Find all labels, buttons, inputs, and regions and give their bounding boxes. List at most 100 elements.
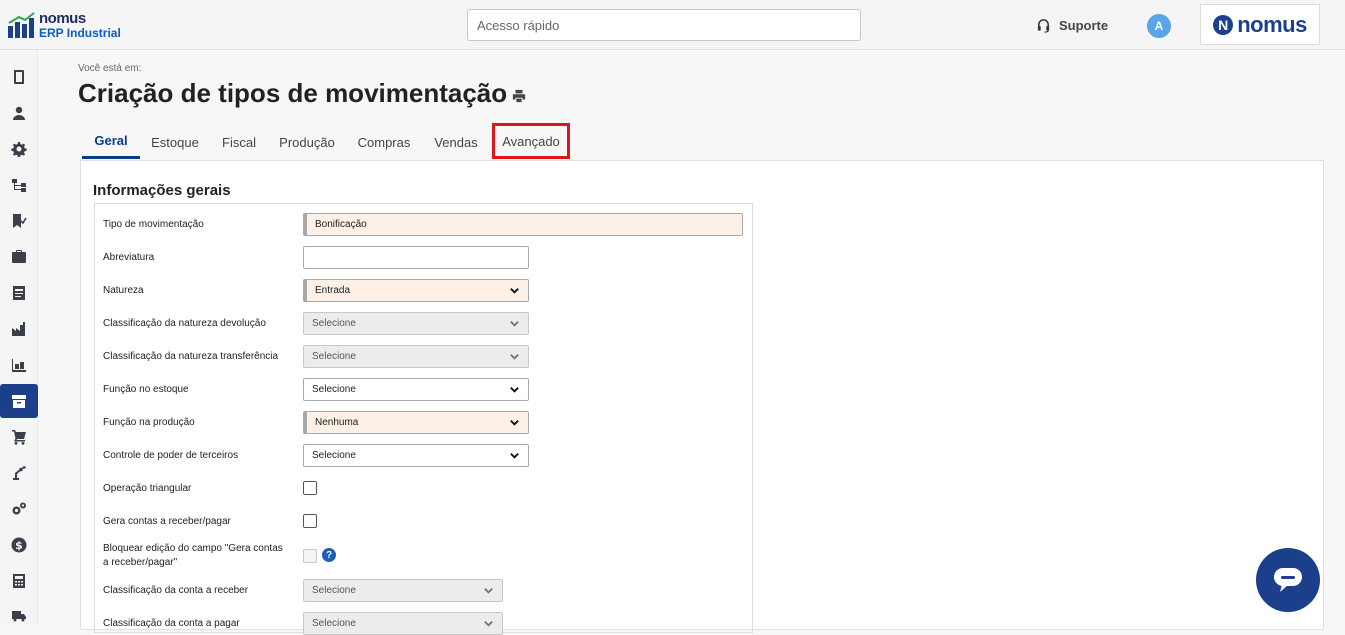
tab-geral[interactable]: Geral [82, 125, 140, 159]
tab-estoque[interactable]: Estoque [146, 125, 204, 159]
calculator-icon [13, 574, 25, 588]
bookmark-check-icon [13, 214, 27, 228]
sidebar-item-user[interactable] [0, 96, 38, 130]
print-icon[interactable] [512, 89, 526, 103]
brand-name: nomus [1237, 11, 1307, 37]
cart-icon [12, 430, 26, 445]
field-label-conta-receber: Classificação da conta a receber [103, 585, 249, 596]
funcao-producao-value: Nenhuma [315, 417, 359, 428]
sidebar-item-finance[interactable]: $ [0, 528, 38, 562]
field-label-funcao-estoque: Função no estoque [103, 384, 189, 395]
funcao-producao-select[interactable]: Nenhuma [303, 411, 529, 434]
user-icon [13, 106, 25, 120]
operacao-triangular-checkbox[interactable] [303, 481, 317, 495]
factory-icon [12, 322, 25, 336]
chat-bubble-icon [1274, 568, 1302, 592]
logo-chart-icon [8, 12, 35, 38]
dollar-icon: $ [11, 537, 27, 553]
field-label-natureza-transferencia: Classificação da natureza transferência [103, 351, 279, 362]
field-label-poder-terceiros: Controle de poder de terceiros [103, 450, 239, 461]
headset-icon [1037, 18, 1050, 33]
sidebar-item-engineering[interactable] [0, 492, 38, 526]
gera-contas-checkbox[interactable] [303, 514, 317, 528]
robot-arm-icon [13, 466, 26, 480]
natureza-transferencia-select[interactable]: Selecione [303, 345, 529, 368]
tipo-movimentacao-field[interactable]: Bonificação [303, 213, 743, 236]
sidebar-item-inventory[interactable] [0, 348, 38, 382]
gear-icon [11, 142, 27, 157]
sidebar-item-purchases[interactable] [0, 420, 38, 454]
chevron-down-icon [510, 420, 519, 426]
sidebar-item-logistics[interactable] [0, 598, 38, 632]
chevron-down-icon [510, 321, 519, 327]
field-label-gera-contas: Gera contas a receber/pagar [103, 516, 231, 527]
brand-letter: N [1213, 14, 1234, 35]
poder-terceiros-select[interactable]: Selecione [303, 444, 529, 467]
sidebar-item-tasks[interactable] [0, 204, 38, 238]
chevron-down-icon [510, 288, 519, 294]
support-label: Suporte [1059, 17, 1109, 33]
sidebar-item-commercial[interactable] [0, 240, 38, 274]
field-label-natureza: Natureza [103, 285, 144, 296]
section-title: Informações gerais [93, 182, 231, 199]
support-button[interactable]: Suporte [1036, 16, 1108, 34]
sidebar-item-industry[interactable] [0, 312, 38, 346]
quick-access-input[interactable] [467, 9, 861, 41]
tab-fiscal[interactable]: Fiscal [216, 125, 262, 159]
sidebar-item-stock[interactable] [0, 384, 38, 418]
field-label-natureza-devolucao: Classificação da natureza devolução [103, 318, 266, 329]
tab-avancado[interactable]: Avançado [492, 123, 570, 159]
sidebar-item-production[interactable] [0, 456, 38, 490]
natureza-select[interactable]: Entrada [303, 279, 529, 302]
field-label-tipo-movimentacao: Tipo de movimentação [103, 219, 204, 230]
archive-icon [12, 395, 26, 408]
sidebar-item-book[interactable] [0, 60, 38, 94]
field-label-operacao-triangular: Operação triangular [103, 483, 192, 494]
poder-terceiros-value: Selecione [312, 450, 356, 461]
logo-name: nomus [39, 10, 86, 27]
bloquear-edicao-checkbox[interactable] [303, 549, 317, 563]
workflow-icon [12, 179, 26, 192]
chat-button[interactable] [1256, 548, 1320, 612]
tab-producao[interactable]: Produção [274, 125, 340, 159]
conta-receber-select[interactable]: Selecione [303, 579, 503, 602]
report-icon [13, 286, 25, 300]
field-label-bloquear-edicao: Bloquear edição do campo "Gera contas a … [103, 543, 283, 568]
logo-subtitle: ERP Industrial [39, 26, 121, 40]
tab-vendas[interactable]: Vendas [428, 125, 484, 159]
inventory-icon [12, 359, 26, 372]
conta-receber-value: Selecione [312, 585, 356, 596]
top-bar: nomus ERP Industrial Suporte A N nomus [0, 0, 1345, 50]
chevron-down-icon [510, 453, 519, 459]
funcao-estoque-select[interactable]: Selecione [303, 378, 529, 401]
nomus-erp-logo[interactable]: nomus ERP Industrial [7, 10, 127, 42]
tab-compras[interactable]: Compras [352, 125, 416, 159]
field-label-conta-pagar: Classificação da conta a pagar [103, 618, 240, 629]
abreviatura-input[interactable] [303, 246, 529, 269]
help-icon[interactable]: ? [322, 548, 336, 562]
natureza-value: Entrada [315, 285, 351, 296]
sidebar-item-accounting[interactable] [0, 564, 38, 598]
chevron-down-icon [484, 588, 493, 594]
sidebar-item-reports[interactable] [0, 276, 38, 310]
natureza-transferencia-value: Selecione [312, 351, 356, 362]
breadcrumb: Você está em: [78, 63, 142, 74]
sidebar-item-settings[interactable] [0, 132, 38, 166]
tipo-movimentacao-value: Bonificação [315, 219, 367, 230]
sidebar: $ [0, 50, 38, 624]
page-title: Criação de tipos de movimentação [78, 78, 508, 108]
truck-icon [12, 611, 26, 622]
nomus-brand-logo: N nomus [1200, 4, 1320, 45]
sidebar-item-workflow[interactable] [0, 168, 38, 202]
chevron-down-icon [510, 354, 519, 360]
natureza-devolucao-value: Selecione [312, 318, 356, 329]
gears-icon [12, 502, 26, 515]
funcao-estoque-value: Selecione [312, 384, 356, 395]
field-label-abreviatura: Abreviatura [103, 252, 155, 263]
svg-text:$: $ [15, 539, 23, 552]
book-icon [14, 70, 24, 84]
user-avatar[interactable]: A [1147, 14, 1171, 38]
natureza-devolucao-select[interactable]: Selecione [303, 312, 529, 335]
field-label-funcao-producao: Função na produção [103, 417, 195, 428]
chevron-down-icon [510, 387, 519, 393]
